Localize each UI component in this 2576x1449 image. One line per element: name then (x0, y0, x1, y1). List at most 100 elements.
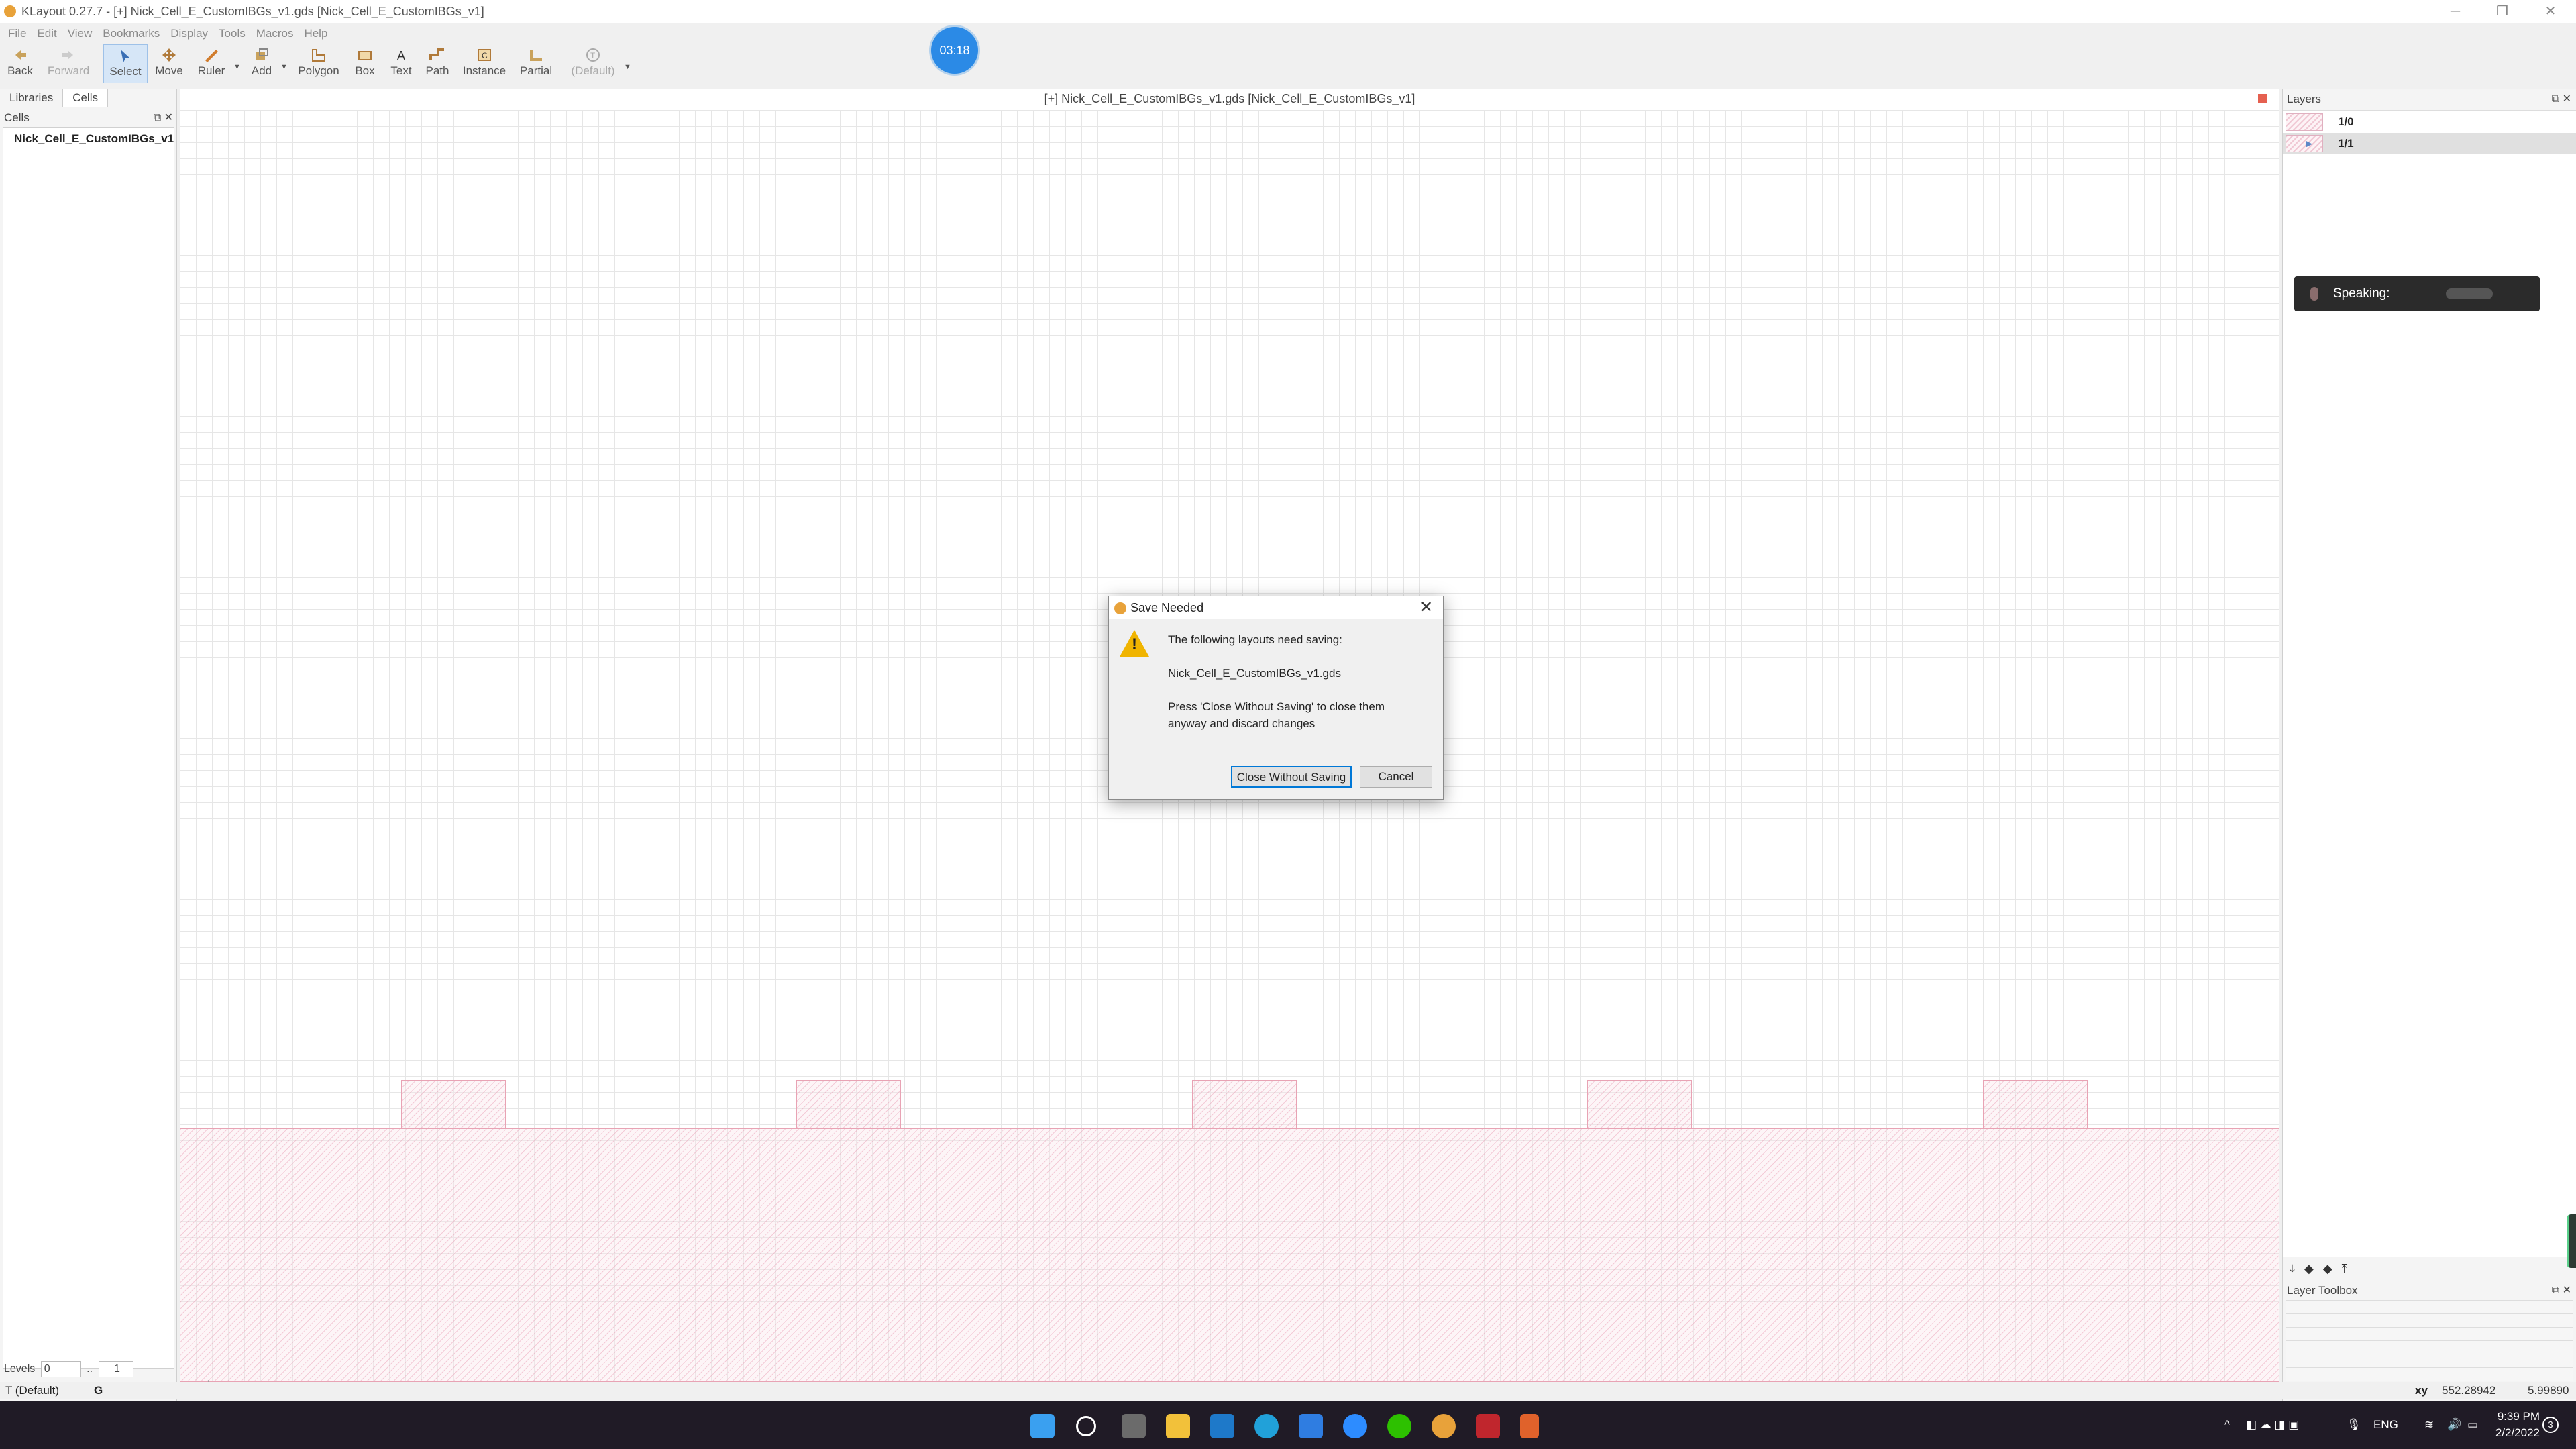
layer-toolbox-title: Layer Toolbox (2287, 1284, 2358, 1297)
task-view-icon[interactable] (1122, 1414, 1146, 1438)
battery-icon[interactable]: ▭ (2467, 1401, 2478, 1449)
polygon-tool-button[interactable]: Polygon (291, 44, 346, 83)
menu-macros[interactable]: Macros (251, 24, 299, 43)
close-panel-icon[interactable]: ✕ (164, 112, 173, 123)
notification-badge[interactable]: 3 (2542, 1417, 2559, 1433)
zoom-icon[interactable] (1343, 1414, 1367, 1438)
back-label: Back (7, 64, 33, 77)
recording-timer-badge[interactable]: 03:18 (931, 27, 978, 74)
levels-max-spinbox[interactable]: 1 (98, 1360, 133, 1377)
move-tool-button[interactable]: Move (150, 44, 188, 83)
language-indicator[interactable]: ENG (2373, 1401, 2398, 1449)
layout-shape-tooth[interactable] (401, 1080, 506, 1128)
layout-shape-waveguide-body[interactable] (180, 1128, 2279, 1382)
layout-view-title: [+] Nick_Cell_E_CustomIBGs_v1.gds [Nick_… (180, 89, 2279, 109)
status-mode: T (Default) (5, 1384, 59, 1397)
photos-icon[interactable] (1299, 1414, 1323, 1438)
layout-shape-tooth[interactable] (1192, 1080, 1297, 1128)
forward-arrow-icon (60, 47, 77, 63)
menu-bookmarks[interactable]: Bookmarks (97, 24, 165, 43)
system-clock[interactable]: 9:39 PM 2/2/2022 (2486, 1409, 2540, 1441)
ruler-dropdown-icon[interactable]: ▼ (233, 63, 241, 71)
cancel-button[interactable]: Cancel (1360, 766, 1432, 788)
windows-taskbar: ^ ◧ ☁ ◨ ▣ 🎙 ENG ≋ 🔊 ▭ 9:39 PM 2/2/2022 3 (0, 1401, 2576, 1449)
microphone-tray-icon[interactable]: 🎙 (2347, 1401, 2361, 1449)
float-panel-icon[interactable]: ⧉ (154, 112, 161, 123)
back-arrow-icon (11, 47, 29, 63)
side-scroll-handle[interactable] (2567, 1214, 2576, 1268)
maximize-button[interactable]: ❐ (2482, 0, 2522, 23)
dialog-title-bar: Save Needed ✕ (1109, 596, 1443, 619)
move-layer-bottom-icon[interactable]: ⤓ (2290, 1262, 2304, 1275)
levels-min-spinbox[interactable]: 0 (40, 1360, 81, 1377)
clock-time: 9:39 PM (2497, 1410, 2540, 1423)
close-window-button[interactable]: ✕ (2530, 0, 2571, 23)
instance-tool-button[interactable]: C Instance (458, 44, 511, 83)
add-dropdown-icon[interactable]: ▼ (280, 63, 288, 71)
ruler-tool-button[interactable]: Ruler (191, 44, 232, 83)
speaking-label: Speaking: (2333, 286, 2390, 301)
box-tool-button[interactable]: Box (347, 44, 382, 83)
wechat-icon[interactable] (1387, 1414, 1411, 1438)
text-tool-button[interactable]: A Text (384, 44, 419, 83)
klayout-taskbar-icon[interactable] (1432, 1414, 1456, 1438)
text-style-icon: T (584, 47, 602, 63)
menu-file[interactable]: File (0, 24, 32, 43)
default-style-button[interactable]: T (Default) (564, 44, 623, 83)
polygon-icon (310, 47, 327, 63)
layout-shape-tooth[interactable] (1587, 1080, 1692, 1128)
coordinate-label: xy (2415, 1384, 2428, 1397)
layout-shape-tooth[interactable] (1983, 1080, 2088, 1128)
close-panel-icon[interactable]: ✕ (2563, 1285, 2571, 1296)
edge-browser-icon[interactable] (1254, 1414, 1279, 1438)
menu-display[interactable]: Display (165, 24, 213, 43)
tray-overflow-icon[interactable]: ^ (2224, 1401, 2230, 1449)
dialog-message: The following layouts need saving: (1168, 633, 1342, 646)
move-layer-up-icon[interactable]: ◆ (2323, 1262, 2342, 1275)
klayout-app-icon (1114, 602, 1126, 614)
matlab-icon[interactable] (1520, 1414, 1539, 1438)
tab-libraries[interactable]: Libraries (0, 89, 62, 107)
tray-app-icons[interactable]: ◧ ☁ ◨ ▣ (2246, 1401, 2299, 1449)
back-button[interactable]: Back (3, 44, 38, 83)
menu-tools[interactable]: Tools (213, 24, 251, 43)
box-icon (356, 47, 374, 63)
file-explorer-icon[interactable] (1166, 1414, 1190, 1438)
title-bar: KLayout 0.27.7 - [+] Nick_Cell_E_CustomI… (0, 0, 2576, 23)
start-windows-icon[interactable] (1030, 1414, 1055, 1438)
wifi-icon[interactable]: ≋ (2424, 1401, 2434, 1449)
select-tool-button[interactable]: Select (103, 44, 148, 83)
layout-shape-tooth[interactable] (796, 1080, 901, 1128)
menu-edit[interactable]: Edit (32, 24, 62, 43)
close-layout-icon[interactable] (2258, 94, 2267, 103)
close-without-saving-button[interactable]: Close Without Saving (1231, 766, 1352, 788)
add-tool-button[interactable]: Add (244, 44, 279, 83)
cell-tree-item[interactable]: Nick_Cell_E_CustomIBGs_v1 (14, 132, 174, 146)
float-panel-icon[interactable]: ⧉ (2552, 1285, 2559, 1296)
float-panel-icon[interactable]: ⧉ (2552, 93, 2559, 105)
minimize-button[interactable]: ─ (2435, 0, 2475, 23)
expand-triangle-icon[interactable]: ▶ (2306, 133, 2312, 154)
layer-row[interactable]: ▶ 1/1 (2283, 133, 2576, 154)
layer-name: 1/0 (2338, 115, 2354, 128)
default-style-dropdown-icon[interactable]: ▼ (624, 63, 631, 71)
menu-help[interactable]: Help (299, 24, 333, 43)
move-layer-top-icon[interactable]: ⤒ (2342, 1262, 2357, 1275)
tab-cells[interactable]: Cells (62, 89, 108, 107)
close-panel-icon[interactable]: ✕ (2563, 93, 2571, 105)
path-tool-button[interactable]: Path (420, 44, 455, 83)
menu-view[interactable]: View (62, 24, 98, 43)
volume-icon[interactable]: 🔊 (2447, 1401, 2461, 1449)
search-icon[interactable] (1076, 1416, 1096, 1436)
acrobat-icon[interactable] (1476, 1414, 1500, 1438)
partial-icon (527, 47, 545, 63)
forward-button[interactable]: Forward (42, 44, 95, 83)
partial-tool-button[interactable]: Partial (514, 44, 558, 83)
save-needed-dialog: Save Needed ✕ The following layouts need… (1108, 596, 1444, 800)
skype-icon[interactable] (1210, 1414, 1234, 1438)
ruler-label: Ruler (197, 64, 225, 77)
layer-row[interactable]: 1/0 (2283, 112, 2576, 132)
dialog-close-button[interactable]: ✕ (1416, 598, 1436, 618)
speaker-name-redacted (2446, 288, 2493, 299)
move-layer-down-icon[interactable]: ◆ (2304, 1262, 2323, 1275)
